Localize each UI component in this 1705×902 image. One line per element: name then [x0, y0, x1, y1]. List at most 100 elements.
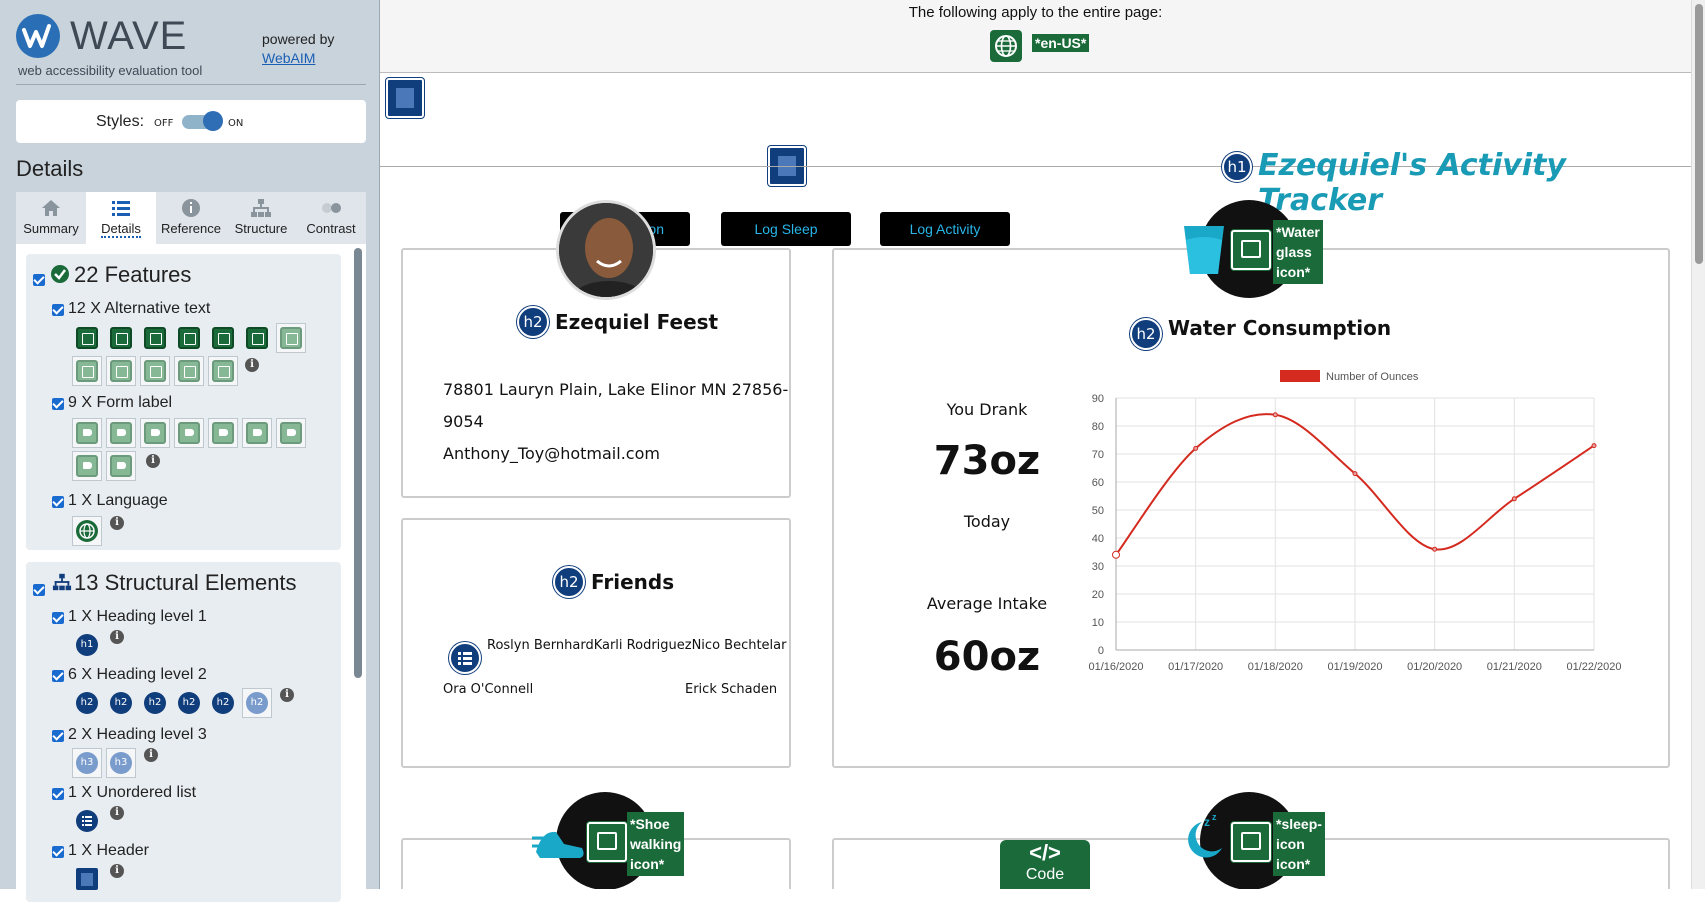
- tag-icon[interactable]: [144, 422, 166, 444]
- data-point: [1352, 471, 1358, 477]
- ul-checkbox[interactable]: [52, 788, 64, 800]
- address-line1: 78801 Lauryn Plain, Lake Elinor MN 27856…: [443, 380, 789, 399]
- structure-title: 13 Structural Elements: [74, 570, 297, 595]
- user-name: Ezequiel Feest: [555, 310, 719, 334]
- log-activity-button[interactable]: Log Activity: [880, 212, 1010, 246]
- h2-badge-icon[interactable]: h2: [110, 692, 132, 714]
- h2-badge-icon[interactable]: h2: [212, 692, 234, 714]
- info-icon[interactable]: i: [110, 806, 124, 820]
- language-checkbox[interactable]: [52, 496, 64, 508]
- tag-icon[interactable]: [110, 455, 132, 477]
- log-sleep-button[interactable]: Log Sleep: [721, 212, 851, 246]
- alt-text-icon[interactable]: [178, 327, 200, 349]
- header-checkbox[interactable]: [52, 846, 64, 858]
- image-alt-icon[interactable]: [587, 822, 627, 862]
- h2-badge-icon[interactable]: h2: [178, 692, 200, 714]
- sleep-alt-line: icon: [1276, 836, 1305, 852]
- tag-icon[interactable]: [246, 422, 268, 444]
- h1-badge-icon[interactable]: h1: [76, 634, 98, 656]
- globe-icon[interactable]: [76, 520, 98, 542]
- header-icon[interactable]: [76, 868, 98, 890]
- h3-checkbox[interactable]: [52, 730, 64, 742]
- h2-badge-icon[interactable]: h2: [144, 692, 166, 714]
- info-icon[interactable]: i: [146, 454, 160, 468]
- structure-group: 13 Structural Elements 1 X Heading level…: [26, 562, 341, 902]
- features-checkbox[interactable]: [33, 274, 45, 286]
- alt-text-icon[interactable]: [246, 327, 268, 349]
- scrollbar-thumb[interactable]: [1695, 4, 1703, 264]
- form-label-checkbox[interactable]: [52, 398, 64, 410]
- sleep-alt-tag: *sleep- icon icon*: [1273, 812, 1325, 876]
- structure-checkbox[interactable]: [33, 584, 45, 596]
- code-toggle-button[interactable]: </> Code: [1000, 840, 1090, 889]
- h2-badge-icon[interactable]: h2: [553, 566, 585, 598]
- info-icon[interactable]: i: [245, 358, 259, 372]
- check-circle-icon: [51, 265, 69, 283]
- globe-icon[interactable]: [990, 30, 1022, 62]
- divider: [16, 84, 366, 85]
- tab-label: Details: [101, 221, 141, 238]
- features-title: 22 Features: [74, 262, 192, 287]
- tab-details[interactable]: Details: [86, 192, 156, 244]
- y-tick-label: 50: [1092, 505, 1104, 517]
- alt-text-icon[interactable]: [280, 327, 302, 349]
- alt-text-icon[interactable]: [144, 327, 166, 349]
- h2-badge-icon[interactable]: h2: [1130, 318, 1162, 350]
- alt-text-icon[interactable]: [144, 360, 166, 382]
- average-label: Average Intake: [926, 594, 1048, 613]
- alt-text-icon[interactable]: [76, 360, 98, 382]
- tab-contrast[interactable]: Contrast: [296, 192, 366, 244]
- styles-toggle-knob[interactable]: [203, 111, 223, 131]
- tag-icon[interactable]: [178, 422, 200, 444]
- styles-off-label: OFF: [154, 118, 174, 129]
- h3-badge-icon[interactable]: h3: [110, 752, 132, 774]
- alt-text-checkbox[interactable]: [52, 304, 64, 316]
- tab-reference[interactable]: Reference: [156, 192, 226, 244]
- header-icon[interactable]: [386, 78, 424, 118]
- info-icon[interactable]: i: [110, 516, 124, 530]
- unordered-list-icon[interactable]: [76, 810, 98, 832]
- x-tick-label: 01/16/2020: [1088, 661, 1143, 673]
- tag-icon[interactable]: [76, 422, 98, 444]
- h2-badge-icon[interactable]: h2: [517, 306, 549, 338]
- tab-summary[interactable]: Summary: [16, 192, 86, 244]
- info-icon: [182, 199, 200, 217]
- alt-text-icon[interactable]: [110, 360, 132, 382]
- tag-icon[interactable]: [212, 422, 234, 444]
- h3-label: 2 X Heading level 3: [68, 726, 207, 743]
- y-tick-label: 90: [1092, 393, 1104, 405]
- info-icon[interactable]: i: [110, 864, 124, 878]
- h2-checkbox[interactable]: [52, 670, 64, 682]
- alt-text-icon[interactable]: [178, 360, 200, 382]
- h1-checkbox[interactable]: [52, 612, 64, 624]
- sleep-alt-line: *sleep-: [1276, 816, 1322, 832]
- alt-text-icon[interactable]: [212, 360, 234, 382]
- info-icon[interactable]: i: [144, 748, 158, 762]
- alt-text-icon[interactable]: [110, 327, 132, 349]
- unordered-list-icon[interactable]: [449, 642, 481, 674]
- tag-icon[interactable]: [110, 422, 132, 444]
- water-glass-icon: [1184, 226, 1224, 274]
- info-icon[interactable]: i: [110, 630, 124, 644]
- h3-badge-icon[interactable]: h3: [76, 752, 98, 774]
- alt-text-icon[interactable]: [76, 327, 98, 349]
- webaim-link[interactable]: WebAIM: [262, 50, 315, 66]
- image-alt-icon[interactable]: [1231, 822, 1271, 862]
- tab-structure[interactable]: Structure: [226, 192, 296, 244]
- tag-icon[interactable]: [280, 422, 302, 444]
- h2-badge-icon[interactable]: h2: [246, 692, 268, 714]
- hierarchy-icon: [52, 573, 72, 591]
- x-tick-label: 01/19/2020: [1327, 661, 1382, 673]
- shoe-alt-line: *Shoe: [630, 816, 670, 832]
- info-icon[interactable]: i: [280, 688, 294, 702]
- today-label: Today: [963, 512, 1011, 531]
- h1-badge-icon[interactable]: h1: [1222, 152, 1252, 182]
- tag-icon[interactable]: [76, 455, 98, 477]
- page-scrollbar[interactable]: [1691, 0, 1705, 889]
- panel-scrollbar[interactable]: [354, 248, 362, 678]
- y-tick-label: 20: [1092, 589, 1104, 601]
- image-alt-icon[interactable]: [1231, 230, 1271, 270]
- h2-badge-icon[interactable]: h2: [76, 692, 98, 714]
- banner-text: The following apply to the entire page:: [908, 4, 1163, 21]
- alt-text-icon[interactable]: [212, 327, 234, 349]
